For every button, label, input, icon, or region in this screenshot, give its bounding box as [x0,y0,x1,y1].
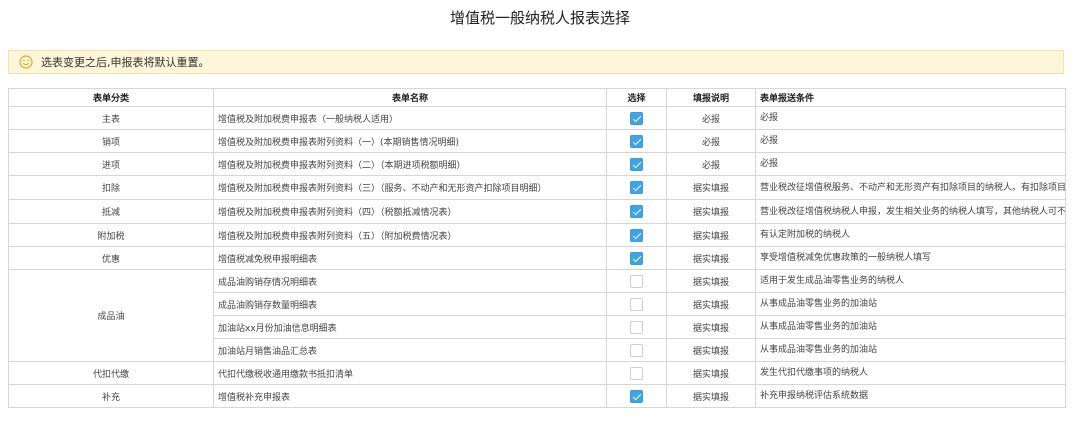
select-checkbox[interactable] [630,181,643,194]
row-fill-note: 必报 [666,152,756,176]
row-category: 主表 [8,106,214,130]
row-condition: 发生代扣代缴事项的纳税人 [755,361,1066,385]
row-select-cell [606,292,667,316]
row-form-name: 增值税及附加税费申报表附列资料（一）(本期销售情况明细) [213,129,607,153]
row-fill-note: 据实填报 [666,338,756,362]
row-fill-note: 据实填报 [666,269,756,293]
row-form-name: 代扣代缴税收通用缴款书抵扣清单 [213,361,607,385]
row-form-name: 增值税及附加税费申报表（一般纳税人适用） [213,106,607,130]
row-form-name: 增值税减免税申报明细表 [213,246,607,270]
header-condition: 表单报送条件 [755,88,1066,107]
row-condition: 必报 [755,152,1066,176]
row-select-cell [606,175,667,200]
page-title: 增值税一般纳税人报表选择 [449,9,630,27]
row-form-name: 成品油购销存情况明细表 [213,269,607,293]
row-category: 销项 [8,129,214,153]
row-select-cell [606,338,667,362]
row-category: 抵减 [8,199,214,224]
select-checkbox[interactable] [630,297,643,311]
header-form-name: 表单名称 [213,88,607,107]
row-fill-note: 据实填报 [666,315,756,339]
row-fill-note: 必报 [666,129,756,153]
row-form-name: 增值税及附加税费申报表附列资料（五）（附加税费情况表） [213,223,607,247]
row-condition: 适用于发生成品油零售业务的纳税人 [755,269,1066,293]
row-category: 扣除 [8,175,214,200]
row-select-cell [606,152,667,176]
select-checkbox[interactable] [630,134,643,148]
row-select-cell [606,129,667,153]
notice-text: 选表变更之后,申报表将默认重置。 [41,56,210,69]
row-category: 代扣代缴 [8,361,214,385]
select-checkbox[interactable] [630,228,643,242]
row-condition: 营业税改征增值税服务、不动产和无形资产有扣除项目的纳税人。有扣除项目的营业税改增… [755,175,1066,200]
row-condition: 必报 [755,129,1066,153]
row-select-cell [606,384,667,408]
table-row: 优惠 增值税减免税申报明细表 据实填报 享受增值税减免优惠政策的一般纳税人填写 [8,246,1066,270]
table-row: 附加税 增值税及附加税费申报表附列资料（五）（附加税费情况表） 据实填报 有认定附加税… [8,223,1066,247]
row-condition: 有认定附加税的纳税人 [755,223,1066,247]
notice-bar: 选表变更之后,申报表将默认重置。 [8,50,1064,74]
select-checkbox[interactable] [630,157,643,171]
table-row: 抵减 增值税及附加税费申报表附列资料（四）（税额抵减情况表） 据实填报 营业税改征增值… [8,199,1066,224]
row-condition: 从事成品油零售业务的加油站 [755,292,1066,316]
row-fill-note: 必报 [666,106,756,130]
table-row: 主表 增值税及附加税费申报表（一般纳税人适用） 必报 必报 [8,106,1066,130]
row-form-name: 增值税及附加税费申报表附列资料（三）（服务、不动产和无形资产扣除项目明细） [213,175,607,200]
row-condition: 营业税改征增值税纳税人申报，发生相关业务的纳税人填写，其他纳税人可不填 [755,199,1066,224]
select-checkbox[interactable] [630,274,643,288]
table-header-row: 表单分类 表单名称 选择 填报说明 表单报送条件 [8,88,1066,107]
row-fill-note: 据实填报 [666,361,756,385]
row-select-cell [606,106,667,130]
row-category: 附加税 [8,223,214,247]
table-row: 补充 增值税补充申报表 据实填报 补充申报纳税评估系统数据 [8,384,1066,408]
table-row: 进项 增值税及附加税费申报表附列资料（二）（本期进项税额明细） 必报 必报 [8,152,1066,176]
select-checkbox[interactable] [630,343,643,357]
row-fill-note: 据实填报 [666,223,756,247]
row-select-cell [606,246,667,270]
row-category: 进项 [8,152,214,176]
header-fill-note: 填报说明 [666,88,756,107]
row-form-name: 增值税及附加税费申报表附列资料（二）（本期进项税额明细） [213,152,607,176]
row-select-cell [606,223,667,247]
select-checkbox[interactable] [630,111,643,125]
row-fill-note: 据实填报 [666,384,756,408]
row-select-cell [606,315,667,339]
select-checkbox[interactable] [630,251,643,265]
row-select-cell [606,269,667,293]
row-select-cell [606,199,667,224]
row-form-name: 增值税及附加税费申报表附列资料（四）（税额抵减情况表） [213,199,607,224]
row-form-name: 增值税补充申报表 [213,384,607,408]
table-row: 成品油 成品油购销存情况明细表 据实填报 适用于发生成品油零售业务的纳税人 [8,269,1066,362]
table-row: 销项 增值税及附加税费申报表附列资料（一）(本期销售情况明细) 必报 必报 [8,129,1066,153]
row-condition: 享受增值税减免优惠政策的一般纳税人填写 [755,246,1066,270]
row-form-name: 加油站月销售油品汇总表 [213,338,607,362]
row-condition: 补充申报纳税评估系统数据 [755,384,1066,408]
select-checkbox[interactable] [630,205,643,218]
row-category: 补充 [8,384,214,408]
row-form-name: 加油站xx月份加油信息明细表 [213,315,607,339]
row-category: 优惠 [8,246,214,270]
row-fill-note: 据实填报 [666,292,756,316]
report-table: 表单分类 表单名称 选择 填报说明 表单报送条件 主表 增值税及附加税费申报表（一… [8,88,1066,408]
table-row: 扣除 增值税及附加税费申报表附列资料（三）（服务、不动产和无形资产扣除项目明细） 据… [8,175,1066,200]
select-checkbox[interactable] [630,389,643,403]
row-form-name: 成品油购销存数量明细表 [213,292,607,316]
row-fill-note: 据实填报 [666,199,756,224]
header-category: 表单分类 [8,88,214,107]
smile-icon [19,55,33,69]
row-condition: 从事成品油零售业务的加油站 [755,338,1066,362]
select-checkbox[interactable] [630,366,643,380]
table-row: 代扣代缴 代扣代缴税收通用缴款书抵扣清单 据实填报 发生代扣代缴事项的纳税人 [8,361,1066,385]
header-select: 选择 [606,88,667,107]
row-fill-note: 据实填报 [666,246,756,270]
select-checkbox[interactable] [630,320,643,334]
row-condition: 从事成品油零售业务的加油站 [755,315,1066,339]
row-category: 成品油 [8,269,214,362]
row-condition: 必报 [755,106,1066,130]
row-select-cell [606,361,667,385]
row-fill-note: 据实填报 [666,175,756,200]
